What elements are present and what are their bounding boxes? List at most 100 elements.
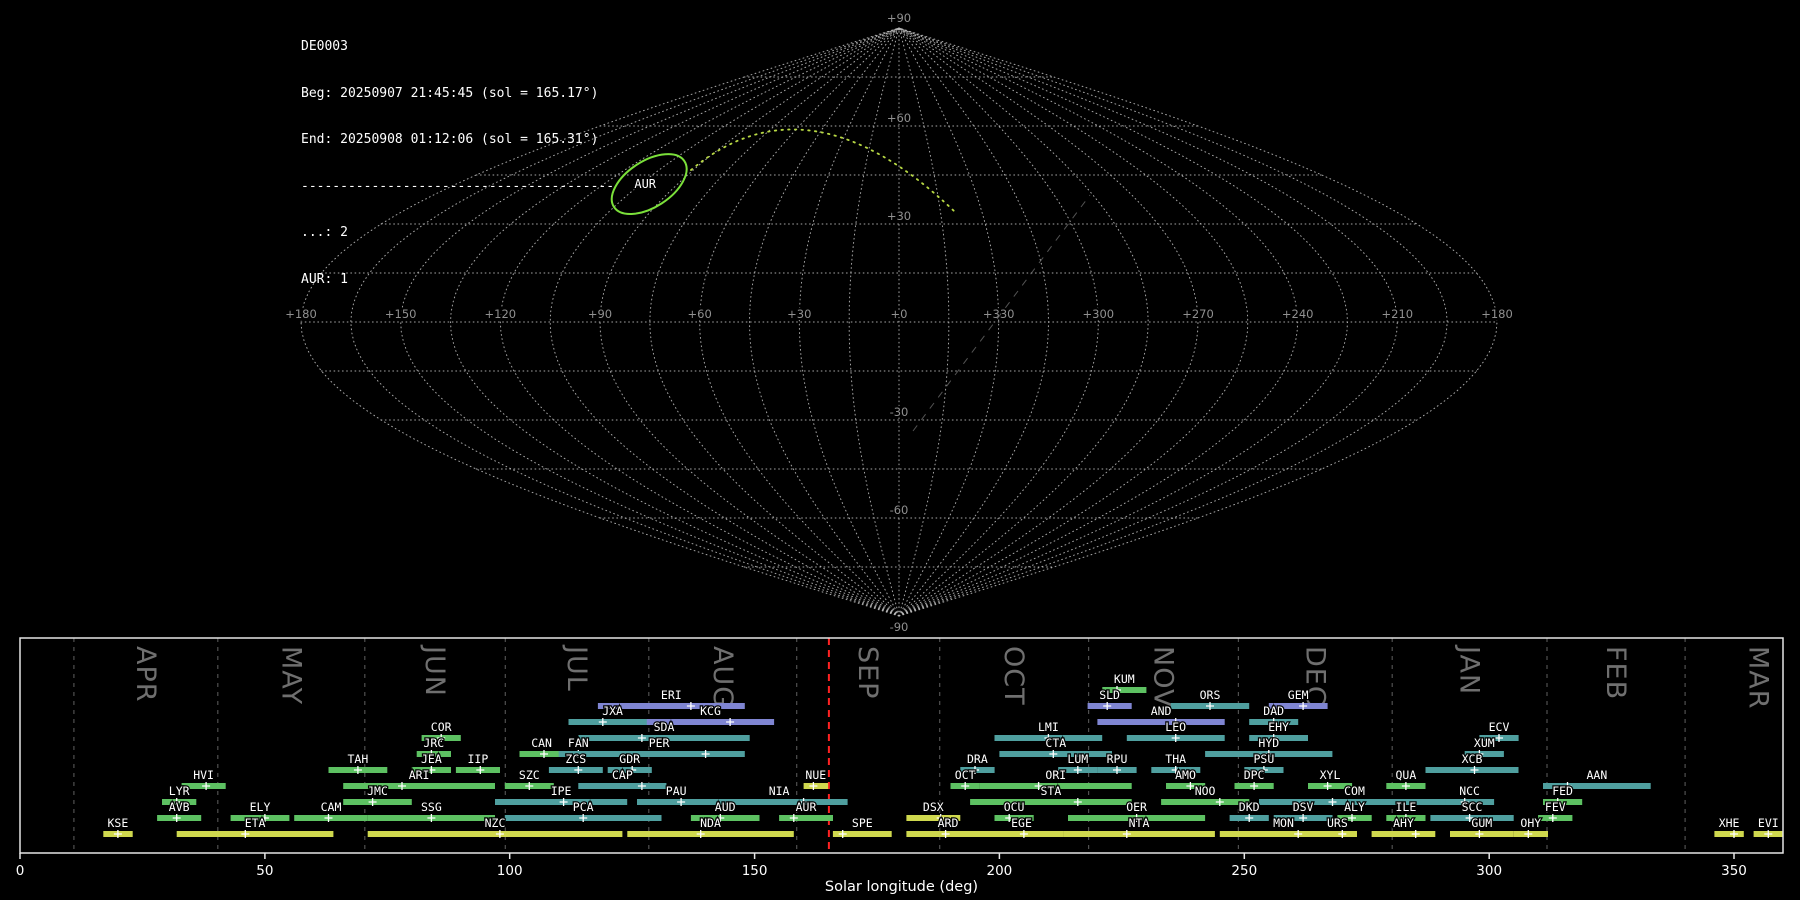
shower-label-mon: MON [1273,816,1294,830]
shower-label-psu: PSU [1254,752,1275,766]
map-latitude-label: +60 [887,111,911,125]
shower-label-gum: GUM [1471,816,1492,830]
shower-label-zcs: ZCS [565,752,586,766]
month-label: JUL [561,644,592,692]
shower-bar-urs [1317,831,1357,837]
x-tick-label: 250 [1231,863,1257,879]
shower-label-dpc: DPC [1244,768,1265,782]
shower-label-xum: XUM [1474,736,1495,750]
shower-bar-nta [1063,831,1215,837]
shower-bar-per [573,751,745,757]
shower-label-xyl: XYL [1320,768,1341,782]
count-aur: AUR: 1 [301,271,348,287]
shower-label-nia: NIA [769,784,790,798]
observation-begin: Beg: 20250907 21:45:45 (sol = 165.17°) [301,85,599,101]
shower-label-szc: SZC [519,768,540,782]
shower-label-dra: DRA [967,752,988,766]
shower-label-per: PER [649,736,670,750]
map-latitude-label: +90 [887,11,911,25]
shower-label-hvi: HVI [193,768,214,782]
separator-line: ---------------------------------------- [301,178,615,194]
shower-bar-jxa [568,719,657,725]
shower-label-ege: EGE [1011,816,1032,830]
shower-label-ahy: AHY [1393,816,1414,830]
map-meridian [898,27,1498,617]
x-axis-title: Solar longitude (deg) [825,879,978,895]
map-longitude-label: +240 [1282,307,1314,321]
shower-label-cor: COR [431,720,452,734]
x-tick-label: 0 [16,863,25,879]
shower-label-ehy: EHY [1268,720,1289,734]
shower-label-oer: OER [1126,800,1147,814]
meteor-activity-report: +180 +150 +120 +90 +60 +30 +0 +330 +300 +270 +240 +… [0,0,1800,900]
shower-label-ecv: ECV [1489,720,1510,734]
shower-label-spe: SPE [852,816,873,830]
month-label: MAY [275,646,306,705]
month-label: OCT [998,646,1029,706]
x-tick-label: 350 [1721,863,1747,879]
shower-label-jrc: JRC [423,736,444,750]
shower-bar-nzc [367,831,623,837]
shower-label-cam: CAM [321,800,342,814]
shower-bar-noo [1161,799,1250,805]
shower-label-ors: ORS [1200,688,1221,702]
map-latitude-label: -60 [890,503,909,517]
radiant-label-aur: AUR [634,177,656,191]
shower-label-sda: SDA [654,720,675,734]
shower-label-aly: ALY [1344,800,1365,814]
count-sporadic: ...: 2 [301,225,348,240]
shower-label-dsv: DSV [1293,800,1314,814]
shower-label-ari: ARI [409,768,430,782]
map-longitude-label: +300 [1083,307,1115,321]
shower-label-scc: SCC [1462,800,1483,814]
shower-bar-ari [343,783,495,789]
x-tick-label: 200 [987,863,1013,879]
map-longitude-label: +180 [1481,307,1513,321]
shower-bar-xhe [1714,831,1744,837]
shower-label-fan: FAN [568,736,589,750]
map-longitude-label: +60 [688,307,712,321]
shower-bar-and [1097,719,1225,725]
shower-label-xhe: XHE [1719,816,1740,830]
shower-label-gdr: GDR [619,752,640,766]
shower-label-hyd: HYD [1258,736,1279,750]
shower-bar-cap [578,783,667,789]
map-longitude-label: +30 [787,307,811,321]
shower-label-dad: DAD [1263,704,1284,718]
shower-label-leo: LEO [1165,720,1186,734]
shower-label-eta: ETA [245,816,266,830]
shower-label-cta: CTA [1045,736,1066,750]
shower-label-dsx: DSX [923,800,944,814]
shower-label-ocu: OCU [1004,800,1025,814]
shower-label-aur: AUR [796,800,817,814]
shower-label-ely: ELY [250,800,271,814]
shower-label-xcb: XCB [1462,752,1483,766]
shower-label-jea: JEA [421,752,442,766]
map-longitude-label: +270 [1182,307,1214,321]
station-id: DE0003 [301,39,348,54]
x-tick-label: 300 [1476,863,1502,879]
map-latitude-label: -30 [890,405,909,419]
shower-label-ile: ILE [1396,800,1417,814]
shower-label-tah: TAH [348,752,369,766]
shower-label-urs: URS [1327,816,1348,830]
shower-label-iip: IIP [468,752,489,766]
month-label: FEB [1600,646,1631,700]
month-label: APR [130,646,161,703]
shower-bar-aur [779,815,833,821]
map-latitude-label: -90 [890,620,909,634]
month-label: MAR [1743,646,1774,710]
shower-label-pca: PCA [573,800,594,814]
shower-bar-eta [176,831,334,837]
shower-label-ohy: OHY [1520,816,1541,830]
shower-label-kcg: KCG [700,704,721,718]
month-label: JAN [1454,644,1485,695]
shower-label-nue: NUE [805,768,826,782]
month-label: AUG [707,646,738,708]
month-label: JUN [419,644,450,697]
shower-label-ipe: IPE [551,784,572,798]
shower-label-sld: SLD [1099,688,1120,702]
shower-label-rpu: RPU [1107,752,1128,766]
shower-label-cap: CAP [612,768,633,782]
shower-bar-nda [627,831,794,837]
